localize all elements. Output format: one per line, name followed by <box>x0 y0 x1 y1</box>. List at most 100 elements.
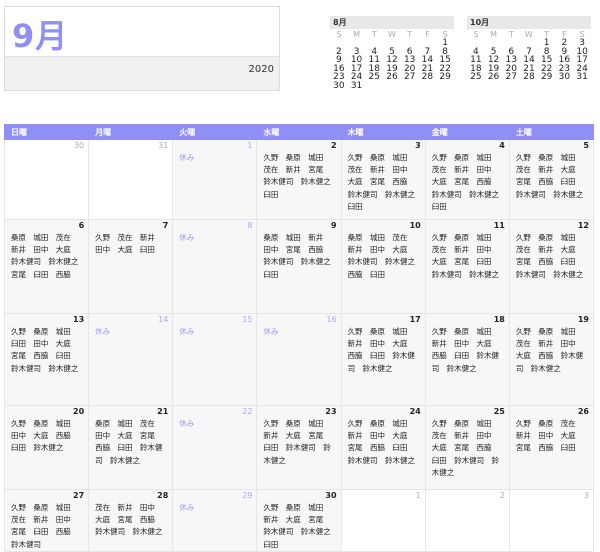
day-cell[interactable]: 18 久野 桑原 城田 新井 田中 大庭 西脇 臼田 鈴木健司 鈴木健之 <box>424 313 510 406</box>
staff-names: 久野 桑原 城田 田中 大庭 西脇 臼田 鈴木健之 <box>11 419 71 453</box>
day-cell[interactable]: 14 休み <box>88 313 174 406</box>
day-cell[interactable]: 29 休み <box>172 489 258 552</box>
day-number: 25 <box>493 407 505 416</box>
day-number: 11 <box>493 221 505 230</box>
day-number: 23 <box>325 407 337 416</box>
day-cell[interactable]: 21 桑原 城田 茂在 田中 大庭 宮尾 西脇 臼田 鈴木健司 鈴木健之 <box>88 405 174 490</box>
mini-day[interactable]: 31 <box>573 73 591 82</box>
week-row: 6 桑原 城田 茂在 新井 田中 大庭 鈴木健司 鈴木健之 宮尾 臼田 西脇 7 久野… <box>3 219 595 314</box>
mini-day <box>365 82 383 91</box>
mini-weekday-label: T <box>508 29 514 39</box>
day-number: 30 <box>325 491 337 500</box>
mini-weekday-label: S <box>336 29 342 39</box>
day-cell[interactable]: 2 <box>424 489 510 552</box>
month-header: 9月 2020 <box>4 6 280 91</box>
day-cell[interactable]: 6 桑原 城田 茂在 新井 田中 大庭 鈴木健司 鈴木健之 宮尾 臼田 西脇 <box>3 219 90 314</box>
staff-names: 久野 桑原 城田 新井 大庭 宮尾 臼田 鈴木健司 鈴木健之 <box>263 419 331 465</box>
week-row: 20 久野 桑原 城田 田中 大庭 西脇 臼田 鈴木健之 21 桑原 城田 茂在 田中… <box>3 405 595 490</box>
mini-day[interactable]: 28 <box>419 73 437 82</box>
year-label: 2020 <box>248 64 274 75</box>
staff-names: 久野 桑原 城田 茂在 新井 田中 大庭 宮尾 西脇 鈴木健司 鈴木健之 臼田 <box>431 153 500 211</box>
day-cell[interactable]: 16 休み <box>256 313 342 406</box>
day-number: 5 <box>583 141 589 150</box>
day-cell[interactable]: 19 久野 桑原 城田 茂在 新井 田中 大庭 西脇 鈴木健司 鈴木健之 <box>508 313 595 406</box>
day-cell[interactable]: 12 久野 桑原 城田 茂在 新井 大庭 宮尾 西脇 臼田 鈴木健司 鈴木健之 <box>508 219 595 314</box>
day-cell[interactable]: 28 茂在 新井 田中 大庭 宮尾 西脇 鈴木健司 鈴木健之 <box>88 489 174 552</box>
day-cell[interactable]: 1 休み <box>172 139 258 220</box>
mini-calendar-october[interactable]: 10月 S M T W T F S 1 2 3 4 5 6 7 8 9 10 11 12 13 14 15 16 17 18 19 2… <box>467 16 591 82</box>
holiday-label: 休み <box>179 503 195 512</box>
day-cell[interactable]: 10 桑原 城田 茂在 新井 田中 大庭 鈴木健司 鈴木健之 西脇 臼田 <box>340 219 426 314</box>
mini-day[interactable]: 26 <box>383 73 401 82</box>
day-cell[interactable]: 23 久野 桑原 城田 新井 大庭 宮尾 臼田 鈴木健司 鈴木健之 <box>256 405 342 490</box>
day-cell[interactable]: 27 久野 桑原 城田 茂在 新井 田中 宮尾 臼田 西脇 鈴木健司 <box>3 489 90 552</box>
mini-day <box>383 82 401 91</box>
mini-day[interactable]: 28 <box>520 73 538 82</box>
mini-day[interactable]: 29 <box>436 73 454 82</box>
staff-names: 久野 桑原 城田 茂在 新井 田中 大庭 宮尾 臼田 鈴木健司 鈴木健之 <box>431 233 500 279</box>
day-cell[interactable]: 11 久野 桑原 城田 茂在 新井 田中 大庭 宮尾 臼田 鈴木健司 鈴木健之 <box>424 219 510 314</box>
mini-weekday-label: M <box>353 29 360 39</box>
day-cell[interactable]: 2 久野 桑原 城田 茂在 新井 宮尾 鈴木健司 鈴木健之 臼田 <box>256 139 342 220</box>
month-title: 9月 <box>12 17 69 55</box>
day-cell[interactable]: 22 休み <box>172 405 258 490</box>
day-cell[interactable]: 25 久野 桑原 城田 茂在 新井 田中 大庭 宮尾 西脇 臼田 鈴木健司 鈴木健… <box>424 405 510 490</box>
day-cell[interactable]: 8 休み <box>172 219 258 314</box>
mini-weekday-label: T <box>407 29 413 39</box>
day-cell[interactable]: 17 久野 桑原 城田 新井 田中 大庭 西脇 臼田 鈴木健司 鈴木健之 <box>340 313 426 406</box>
staff-names: 久野 桑原 城田 新井 田中 大庭 宮尾 西脇 臼田 鈴木健司 鈴木健之 <box>347 419 415 465</box>
mini-day[interactable]: 25 <box>365 73 383 82</box>
mini-weekday-label: F <box>425 29 430 39</box>
day-number: 7 <box>162 221 169 230</box>
day-number: 3 <box>415 141 421 150</box>
day-number: 21 <box>157 407 169 416</box>
day-number: 13 <box>73 315 85 324</box>
day-number: 14 <box>158 315 169 324</box>
day-cell[interactable]: 20 久野 桑原 城田 田中 大庭 西脇 臼田 鈴木健之 <box>3 405 90 490</box>
staff-names: 久野 桑原 城田 臼田 田中 大庭 宮尾 西脇 臼田 鈴木健司 鈴木健之 <box>11 327 79 373</box>
day-cell[interactable]: 9 桑原 城田 新井 田中 宮尾 西脇 鈴木健司 鈴木健之 臼田 <box>256 219 342 314</box>
day-cell[interactable]: 1 <box>340 489 426 552</box>
day-cell[interactable]: 7 久野 茂在 新井 田中 大庭 臼田 <box>88 219 174 314</box>
weekday-header: 日曜 <box>3 124 90 140</box>
day-cell[interactable]: 3 久野 桑原 城田 茂在 新井 田中 大庭 宮尾 西脇 鈴木健司 鈴木健之 臼田 <box>340 139 426 220</box>
day-number: 4 <box>499 141 505 150</box>
mini-day[interactable]: 29 <box>538 73 556 82</box>
day-number: 15 <box>242 315 253 324</box>
mini-calendar-august[interactable]: 8月 S M T W T F S 1 2 3 4 5 6 7 8 9 10 11 12 13 14 15 16 17 18 19 20… <box>330 16 454 90</box>
day-number: 26 <box>577 407 589 416</box>
holiday-label: 休み <box>95 327 111 336</box>
staff-names: 久野 桑原 城田 茂在 新井 田中 大庭 宮尾 西脇 鈴木健司 鈴木健之 臼田 <box>347 153 415 211</box>
day-cell[interactable]: 13 久野 桑原 城田 臼田 田中 大庭 宮尾 西脇 臼田 鈴木健司 鈴木健之 <box>3 313 90 406</box>
day-number: 22 <box>242 407 253 416</box>
mini-day[interactable]: 27 <box>502 73 520 82</box>
day-cell[interactable]: 3 <box>508 489 595 552</box>
day-number: 10 <box>409 221 421 230</box>
weekday-header: 火曜 <box>172 124 258 140</box>
day-cell[interactable]: 24 久野 桑原 城田 新井 田中 大庭 宮尾 西脇 臼田 鈴木健司 鈴木健之 <box>340 405 426 490</box>
mini-day[interactable]: 25 <box>467 73 485 82</box>
holiday-label: 休み <box>179 419 195 428</box>
day-cell[interactable]: 30 久野 桑原 城田 新井 大庭 宮尾 鈴木健司 鈴木健之 臼田 <box>256 489 342 552</box>
mini-day[interactable]: 30 <box>556 73 574 82</box>
day-number: 27 <box>73 491 85 500</box>
day-cell[interactable]: 15 休み <box>172 313 258 406</box>
mini-day[interactable]: 27 <box>401 73 419 82</box>
day-cell[interactable]: 30 <box>3 139 90 220</box>
mini-day[interactable]: 26 <box>485 73 503 82</box>
week-row: 30 31 1 休み 2 久野 桑原 城田 茂在 新井 宮尾 鈴木健司 鈴木健之 臼田 3 久… <box>3 139 595 220</box>
staff-names: 久野 桑原 城田 茂在 新井 宮尾 鈴木健司 鈴木健之 臼田 <box>263 153 331 199</box>
mini-day <box>401 82 419 91</box>
day-cell[interactable]: 26 久野 桑原 茂在 新井 田中 大庭 宮尾 西脇 臼田 <box>508 405 595 490</box>
mini-day[interactable]: 30 <box>330 81 348 91</box>
day-number: 29 <box>242 491 253 500</box>
mini-day[interactable]: 31 <box>348 81 366 91</box>
mini-weekday-label: W <box>388 29 396 39</box>
staff-names: 久野 桑原 城田 茂在 新井 大庭 宮尾 西脇 臼田 鈴木健司 鈴木健之 <box>515 233 584 279</box>
weekday-header: 木曜 <box>340 124 426 140</box>
day-cell[interactable]: 4 久野 桑原 城田 茂在 新井 田中 大庭 宮尾 西脇 鈴木健司 鈴木健之 臼田 <box>424 139 510 220</box>
day-cell[interactable]: 5 久野 桑原 城田 茂在 新井 大庭 宮尾 西脇 臼田 鈴木健司 鈴木健之 <box>508 139 595 220</box>
day-number: 6 <box>78 221 85 230</box>
staff-names: 久野 桑原 城田 新井 田中 大庭 西脇 臼田 鈴木健司 鈴木健之 <box>431 327 499 373</box>
day-cell[interactable]: 31 <box>88 139 174 220</box>
